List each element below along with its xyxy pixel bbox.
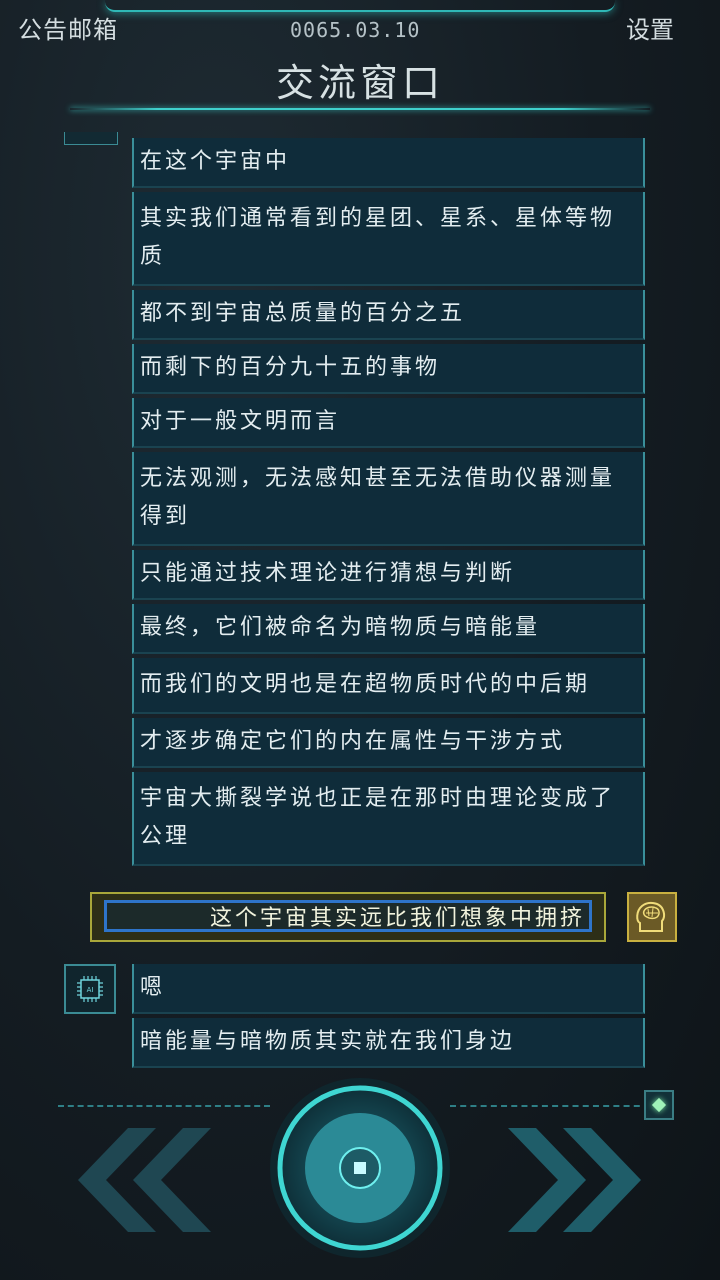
ai-message: 只能通过技术理论进行猜想与判断: [132, 550, 645, 600]
brain-head-icon: [627, 892, 677, 942]
settings-button[interactable]: 设置: [626, 10, 674, 45]
record-icon[interactable]: [268, 1076, 452, 1260]
ai-message: 其实我们通常看到的星团、星系、星体等物质: [132, 192, 645, 286]
ai-message: 对于一般文明而言: [132, 398, 645, 448]
ai-message: 无法观测，无法感知甚至无法借助仪器测量得到: [132, 452, 645, 546]
ai-message: 而我们的文明也是在超物质时代的中后期: [132, 658, 645, 714]
game-date: 0065.03.10: [290, 18, 421, 42]
ai-message: 而剩下的百分九十五的事物: [132, 344, 645, 394]
chat-log[interactable]: 在这个宇宙中 其实我们通常看到的星团、星系、星体等物质 都不到宇宙总质量的百分之…: [0, 132, 720, 1072]
double-chevron-left-icon[interactable]: [68, 1128, 213, 1232]
ai-message: 最终，它们被命名为暗物质与暗能量: [132, 604, 645, 654]
ai-message: 才逐步确定它们的内在属性与干涉方式: [132, 718, 645, 768]
diamond-icon[interactable]: [644, 1090, 674, 1120]
bottom-divider-right: [450, 1105, 650, 1107]
ai-message-group: 嗯 暗能量与暗物质其实就在我们身边: [132, 964, 645, 1072]
ai-message: 宇宙大撕裂学说也正是在那时由理论变成了公理: [132, 772, 645, 866]
double-chevron-right-icon[interactable]: [506, 1128, 651, 1232]
ai-avatar-partial: [64, 132, 118, 145]
mailbox-button[interactable]: 公告邮箱: [18, 10, 118, 45]
player-message[interactable]: 这个宇宙其实远比我们想象中拥挤: [104, 900, 592, 932]
ai-message: 在这个宇宙中: [132, 138, 645, 188]
player-message-bubble[interactable]: 这个宇宙其实远比我们想象中拥挤: [90, 892, 606, 942]
bottom-divider-left: [58, 1105, 270, 1107]
ai-message: 都不到宇宙总质量的百分之五: [132, 290, 645, 340]
ai-avatar-label: AI: [87, 986, 94, 994]
ai-message: 暗能量与暗物质其实就在我们身边: [132, 1018, 645, 1068]
title-divider: [70, 108, 650, 110]
player-message-row: 这个宇宙其实远比我们想象中拥挤: [90, 892, 690, 944]
ai-message-group: 在这个宇宙中 其实我们通常看到的星团、星系、星体等物质 都不到宇宙总质量的百分之…: [132, 138, 645, 870]
ai-message: 嗯: [132, 964, 645, 1014]
diamond-shape: [651, 1097, 667, 1113]
top-frame-accent: [105, 0, 615, 12]
chip-icon: AI: [64, 964, 116, 1014]
page-title: 交流窗口: [275, 61, 444, 105]
